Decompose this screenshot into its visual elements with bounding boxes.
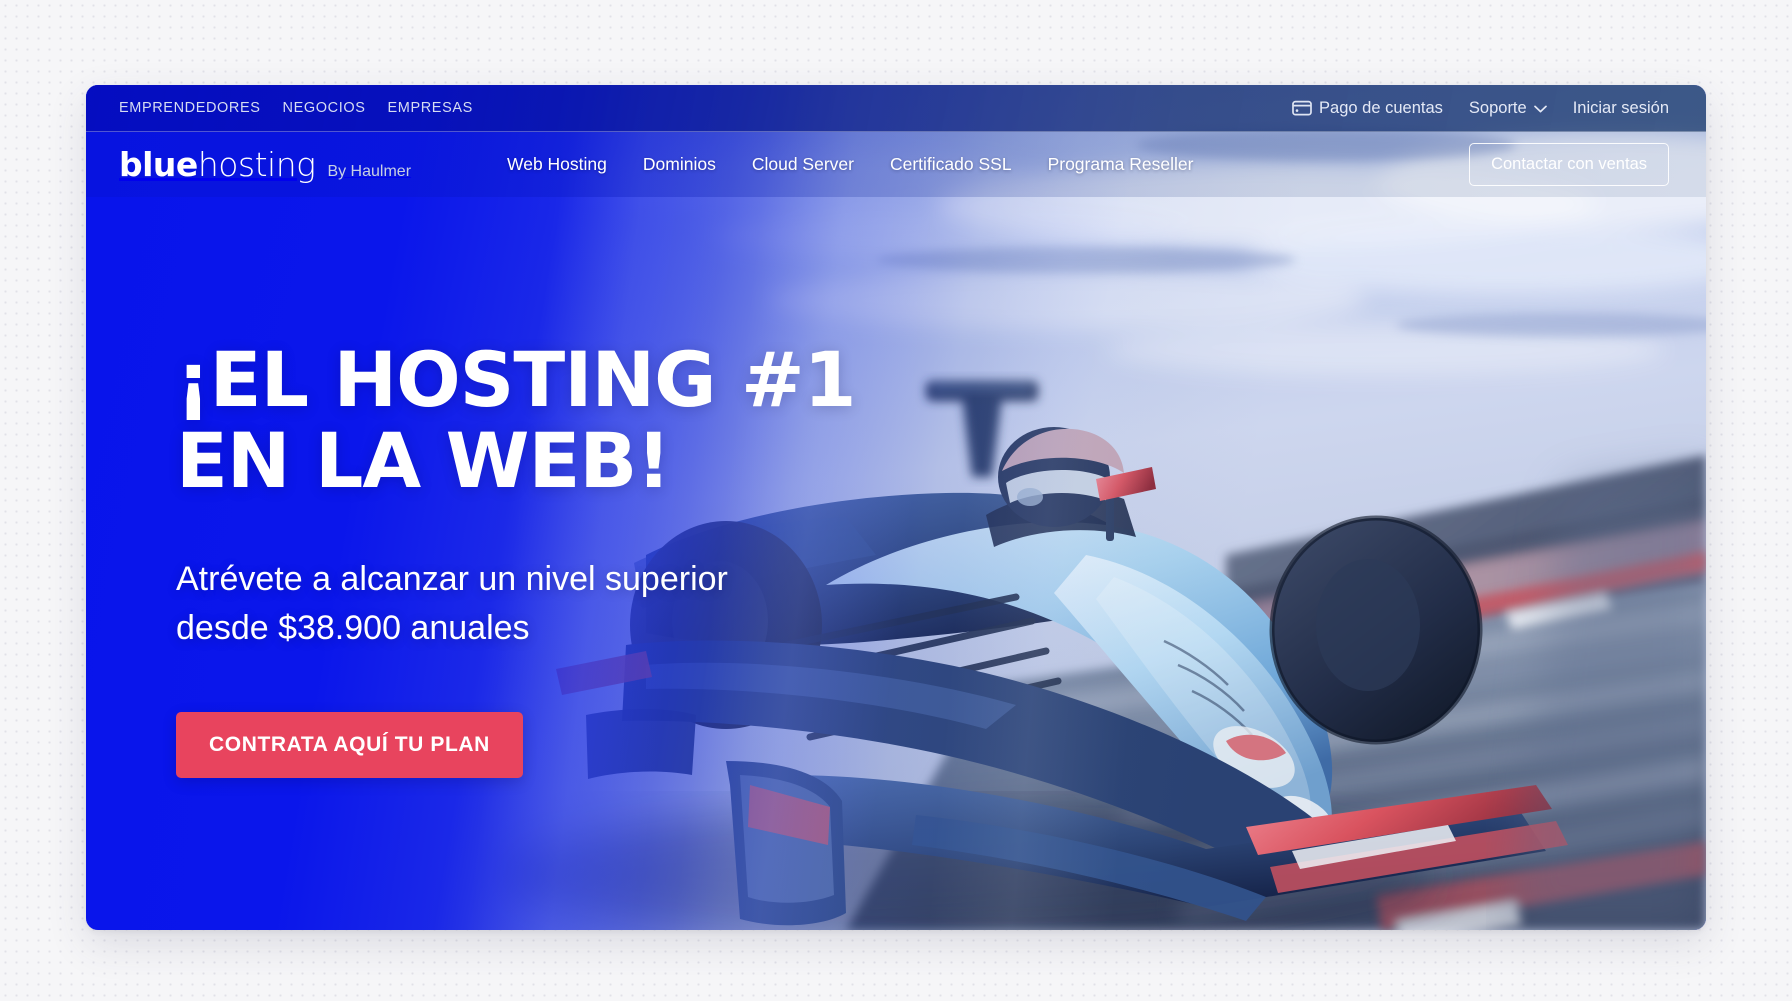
nav-link-dominios[interactable]: Dominios — [643, 154, 716, 175]
logo-byline: By Haulmer — [327, 163, 412, 180]
contrata-plan-cta-button[interactable]: CONTRATA AQUÍ TU PLAN — [176, 711, 523, 778]
pago-de-cuentas-label: Pago de cuentas — [1319, 98, 1443, 117]
segment-link-empresas[interactable]: EMPRESAS — [388, 100, 473, 116]
primary-nav-links: Web Hosting Dominios Cloud Server Certif… — [507, 154, 1193, 175]
hero-card: AAA — [86, 85, 1706, 930]
credit-card-icon — [1292, 100, 1312, 116]
nav-link-cloud-server[interactable]: Cloud Server — [752, 154, 854, 175]
soporte-label: Soporte — [1468, 98, 1527, 117]
hero-content: ¡EL HOSTING #1 EN LA WEB! Atrévete a alc… — [176, 335, 936, 778]
segment-link-emprendedores[interactable]: EMPRENDEDORES — [119, 100, 261, 116]
chevron-down-icon — [1533, 103, 1547, 113]
nav-link-certificado-ssl[interactable]: Certificado SSL — [890, 154, 1012, 175]
iniciar-sesion-link[interactable]: Iniciar sesión — [1573, 99, 1669, 118]
hero-headline: ¡EL HOSTING #1 EN LA WEB! — [176, 335, 857, 505]
account-links: Pago de cuentas Soporte Iniciar sesión — [1292, 99, 1669, 118]
soporte-dropdown[interactable]: Soporte — [1469, 99, 1547, 118]
logo-text-hosting: hosting — [197, 145, 316, 184]
contactar-con-ventas-button[interactable]: Contactar con ventas — [1469, 143, 1669, 186]
logo-text-blue: blue — [119, 145, 198, 184]
hero-subheadline: Atrévete a alcanzar un nivel superior de… — [176, 560, 728, 648]
nav-link-programa-reseller[interactable]: Programa Reseller — [1048, 154, 1194, 175]
segment-links: EMPRENDEDORES NEGOCIOS EMPRESAS — [119, 100, 473, 116]
nav-link-web-hosting[interactable]: Web Hosting — [507, 154, 607, 175]
main-navbar: bluehosting By Haulmer Web Hosting Domin… — [86, 132, 1706, 197]
bluehosting-logo[interactable]: bluehosting By Haulmer — [119, 148, 411, 181]
logo-text: bluehosting — [119, 145, 316, 184]
utility-topbar: EMPRENDEDORES NEGOCIOS EMPRESAS Pago de … — [86, 85, 1706, 132]
pago-de-cuentas-link[interactable]: Pago de cuentas — [1292, 99, 1443, 118]
segment-link-negocios[interactable]: NEGOCIOS — [283, 100, 366, 116]
